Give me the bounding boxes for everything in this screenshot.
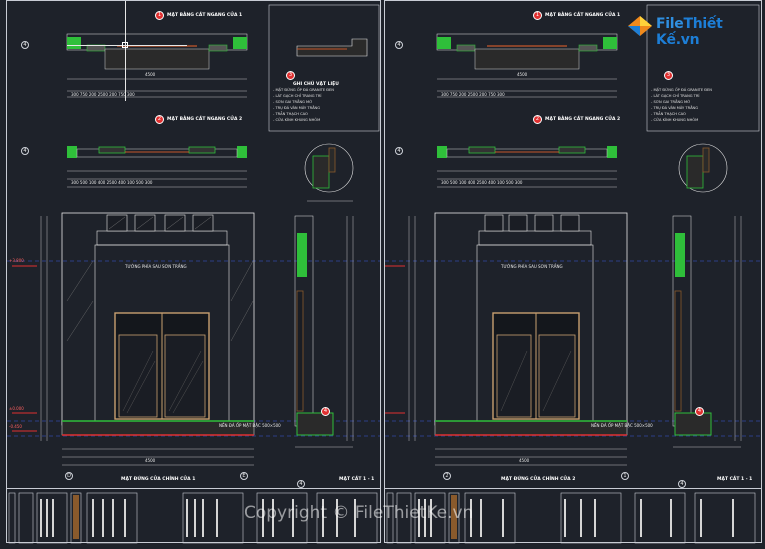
section-title: MẶT CẮT 1 - 1 [339,477,375,482]
plan-mid-title: MẶT BẰNG CẮT NGANG CỬA 2 [167,117,243,122]
dimension-chain: 300 500 100 400 2500 400 100 500 300 [71,180,153,185]
plan-mid-title: MẶT BẰNG CẮT NGANG CỬA 2 [545,117,621,122]
level-mark: ±0.000 [9,406,24,411]
cad-cursor-vertical [125,1,126,101]
dimension-chain: 300 750 200 2500 200 750 300 [71,92,135,97]
grid-axis-marker[interactable]: D [65,472,73,480]
brand-logo: FileThiết Kế.vn [626,12,736,48]
plan-top-title: MẶT BẰNG CẮT NGANG CỬA 1 [545,13,621,18]
view-badge-4[interactable]: 4 [321,407,330,416]
grid-axis-marker[interactable]: 2 [443,472,451,480]
grid-axis-marker[interactable]: 4 [395,147,403,155]
grid-axis-marker[interactable]: 4 [395,41,403,49]
cad-drawing-right[interactable] [385,1,761,544]
material-notes-list: MẶT ĐỨNG ỐP ĐÁ GRANITE ĐEN LÁT GẠCH CHỈ … [269,87,379,131]
dimension-chain: 300 500 100 400 2500 400 100 500 300 [441,180,523,185]
cad-cursor-pickbox [122,42,128,48]
elevation-note: TƯỜNG PHÍA SAU SƠN TRẮNG [125,264,187,269]
view-badge-1[interactable]: 1 [533,11,542,20]
grid-axis-marker[interactable]: 4 [678,480,686,488]
section-title: MẶT CẮT 1 - 1 [717,477,753,482]
view-badge-4[interactable]: 4 [695,407,704,416]
logo-text: FileThiết Kế.vn [656,16,723,48]
drawing-sheet-right[interactable]: 1 MẶT BẰNG CẮT NGANG CỬA 1 2 MẶT BẰNG CẮ… [384,0,762,544]
view-badge-2[interactable]: 2 [155,115,164,124]
grid-axis-marker[interactable]: 4 [297,480,305,488]
level-mark: -0.450 [9,424,22,429]
material-notes-list: MẶT ĐỨNG ỐP ĐÁ GRANITE ĐEN LÁT GẠCH CHỈ … [647,87,759,131]
grid-axis-marker[interactable]: 1 [621,472,629,480]
floor-note: NỀN ĐÁ ỐP MẶT BẬC 500×500 [219,423,281,428]
view-badge-1[interactable]: 1 [155,11,164,20]
dimension-text: 4500 [145,72,156,77]
floor-note: NỀN ĐÁ ỐP MẶT BẬC 500×500 [591,423,653,428]
note-item: CỬA KÍNH KHUNG NHÔM [651,117,712,123]
dimension-chain: 300 750 200 2500 200 750 300 [441,92,505,97]
logo-mark-icon [628,16,652,36]
dimension-text: 4500 [517,72,528,77]
elevation-title: MẶT ĐỨNG CỬA CHÍNH CỬA 1 [121,477,196,482]
note-item: CỬA KÍNH KHUNG NHÔM [273,117,334,123]
grid-axis-marker[interactable]: 4 [21,147,29,155]
grid-axis-marker[interactable]: E [240,472,248,480]
view-badge-3[interactable]: 3 [286,71,295,80]
drawing-sheet-left[interactable]: 1 MẶT BẰNG CẮT NGANG CỬA 1 2 MẶT BẰNG CẮ… [6,0,381,544]
dimension-text: 4500 [145,458,156,463]
level-mark: +3.800 [9,258,24,263]
copyright-watermark: Copyright © FileThietKe.vn [244,503,474,523]
elevation-note: TƯỜNG PHÍA SAU SƠN TRẮNG [501,264,563,269]
dimension-text: 4500 [519,458,530,463]
grid-axis-marker[interactable]: 4 [21,41,29,49]
view-badge-2[interactable]: 2 [533,115,542,124]
elevation-title: MẶT ĐỨNG CỬA CHÍNH CỬA 2 [501,477,576,482]
view-badge-3[interactable]: 3 [664,71,673,80]
plan-top-title: MẶT BẰNG CẮT NGANG CỬA 1 [167,13,243,18]
